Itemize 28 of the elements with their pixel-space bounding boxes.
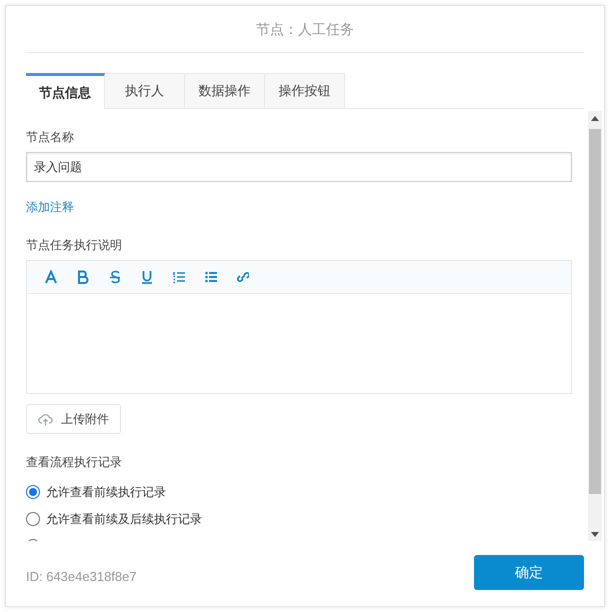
radio-label: 允许查看前续执行记录 [46, 484, 166, 501]
field-label: 节点任务执行说明 [26, 237, 123, 253]
radio-button[interactable] [26, 512, 40, 526]
scroll-up-icon[interactable] [591, 116, 599, 120]
tab[interactable]: 操作按钮 [265, 73, 345, 108]
scroll-down-icon[interactable] [591, 532, 599, 536]
radio-label: 允许查看前续及后续执行记录 [46, 511, 202, 528]
underline-icon[interactable] [141, 270, 153, 284]
cloud-upload-icon [38, 412, 53, 426]
bullet-list-icon[interactable] [205, 270, 217, 284]
add-note-link[interactable]: 添加注释 [26, 199, 74, 215]
field-label: 节点名称 [26, 129, 75, 145]
font-icon[interactable] [45, 270, 57, 284]
strikethrough-icon[interactable] [109, 270, 121, 284]
numbered-list-icon[interactable] [173, 270, 185, 284]
tab[interactable]: 数据操作 [185, 73, 265, 108]
node-id-text: ID: 643e4e318f8e7 [26, 568, 137, 586]
scrollbar[interactable] [588, 111, 602, 541]
upload-button[interactable]: 上传附件 [26, 404, 121, 434]
radio-button[interactable] [26, 485, 40, 499]
bold-icon[interactable] [77, 270, 89, 284]
confirm-button[interactable]: 确定 [474, 555, 584, 590]
tab[interactable]: 节点信息 [26, 73, 105, 109]
field-label: 查看流程执行记录 [26, 454, 123, 470]
node-name-field[interactable]: 录入问题 [26, 152, 572, 182]
link-icon[interactable] [237, 270, 249, 284]
dialog-title: 节点：人工任务 [256, 20, 354, 38]
tab[interactable]: 执行人 [105, 73, 185, 108]
